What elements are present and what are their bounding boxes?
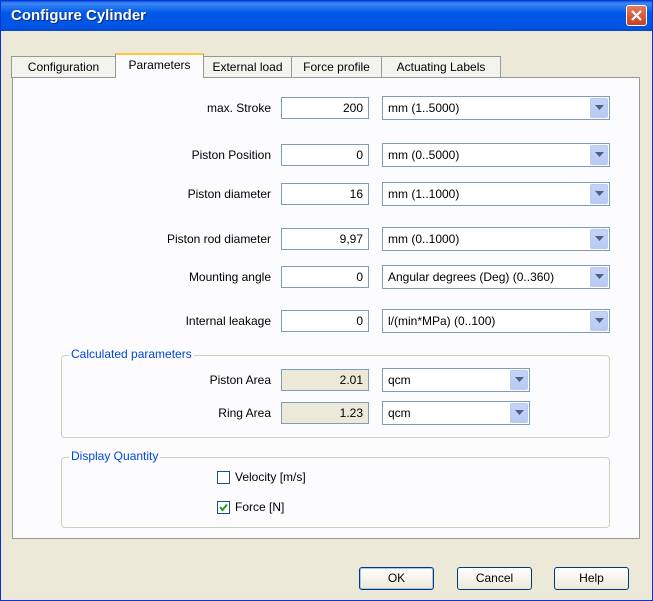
max-stroke-unit-select[interactable]: mm (1..5000) — [382, 96, 610, 120]
cancel-button[interactable]: Cancel — [457, 567, 532, 590]
piston-rod-diameter-unit-select[interactable]: mm (0..1000) — [382, 227, 610, 251]
internal-leakage-label: Internal leakage — [185, 314, 271, 328]
select-value: qcm — [388, 406, 411, 420]
force-checkbox[interactable] — [217, 501, 230, 514]
tab-label: Parameters — [128, 58, 191, 72]
display-quantity-title: Display Quantity — [69, 449, 161, 463]
tab-force-profile[interactable]: Force profile — [291, 56, 382, 78]
tab-label: Force profile — [303, 60, 370, 74]
piston-position-label: Piston Position — [191, 148, 271, 162]
mounting-angle-input[interactable]: 0 — [281, 266, 369, 288]
velocity-checkbox-label[interactable]: Velocity [m/s] — [235, 470, 306, 484]
chevron-down-icon[interactable] — [510, 403, 528, 423]
title-bar[interactable]: Configure Cylinder — [1, 1, 652, 31]
velocity-checkbox[interactable] — [217, 471, 230, 484]
ok-button[interactable]: OK — [359, 567, 434, 590]
checkmark-icon — [219, 503, 228, 512]
select-value: l/(min*MPa) (0..100) — [388, 314, 496, 328]
piston-position-input[interactable]: 0 — [281, 144, 369, 166]
internal-leakage-input[interactable]: 0 — [281, 310, 369, 332]
chevron-down-icon[interactable] — [590, 98, 608, 118]
piston-area-label: Piston Area — [209, 373, 271, 387]
tab-external-load[interactable]: External load — [203, 56, 292, 78]
tab-configuration[interactable]: Configuration — [11, 56, 116, 78]
mounting-angle-unit-select[interactable]: Angular degrees (Deg) (0..360) — [382, 265, 610, 289]
select-value: mm (1..5000) — [388, 101, 460, 115]
chevron-down-icon[interactable] — [590, 311, 608, 331]
max-stroke-label: max. Stroke — [206, 101, 271, 115]
tab-label: Configuration — [27, 60, 100, 74]
tab-label: Actuating Labels — [396, 60, 486, 74]
display-quantity-group — [61, 457, 610, 528]
piston-rod-diameter-input[interactable]: 9,97 — [281, 228, 369, 250]
chevron-down-icon[interactable] — [590, 267, 608, 287]
calculated-parameters-title: Calculated parameters — [69, 347, 194, 361]
chevron-down-icon[interactable] — [590, 145, 608, 165]
select-value: mm (0..1000) — [388, 232, 460, 246]
select-value: mm (0..5000) — [388, 148, 460, 162]
piston-area-value: 2.01 — [281, 369, 369, 391]
ring-area-label: Ring Area — [218, 406, 271, 420]
tab-label: External load — [212, 60, 283, 74]
internal-leakage-unit-select[interactable]: l/(min*MPa) (0..100) — [382, 309, 610, 333]
chevron-down-icon[interactable] — [510, 370, 528, 390]
chevron-down-icon[interactable] — [590, 184, 608, 204]
ring-area-value: 1.23 — [281, 402, 369, 424]
piston-area-unit-select[interactable]: qcm — [382, 368, 530, 392]
select-value: qcm — [388, 373, 411, 387]
force-checkbox-label[interactable]: Force [N] — [235, 500, 284, 514]
chevron-down-icon[interactable] — [590, 229, 608, 249]
close-button[interactable] — [626, 5, 647, 26]
select-value: mm (1..1000) — [388, 187, 460, 201]
piston-position-unit-select[interactable]: mm (0..5000) — [382, 143, 610, 167]
piston-diameter-label: Piston diameter — [187, 187, 271, 201]
window-title: Configure Cylinder — [11, 7, 147, 24]
select-value: Angular degrees (Deg) (0..360) — [388, 270, 555, 284]
mounting-angle-label: Mounting angle — [188, 270, 271, 284]
close-icon — [631, 10, 642, 21]
tab-actuating-labels[interactable]: Actuating Labels — [381, 56, 501, 78]
dialog-window: Configure Cylinder Configuration Paramet… — [0, 0, 653, 601]
piston-rod-diameter-label: Piston rod diameter — [166, 232, 271, 246]
tab-parameters[interactable]: Parameters — [115, 53, 204, 78]
max-stroke-input[interactable]: 200 — [281, 97, 369, 119]
ring-area-unit-select[interactable]: qcm — [382, 401, 530, 425]
help-button[interactable]: Help — [554, 567, 629, 590]
piston-diameter-unit-select[interactable]: mm (1..1000) — [382, 182, 610, 206]
piston-diameter-input[interactable]: 16 — [281, 183, 369, 205]
